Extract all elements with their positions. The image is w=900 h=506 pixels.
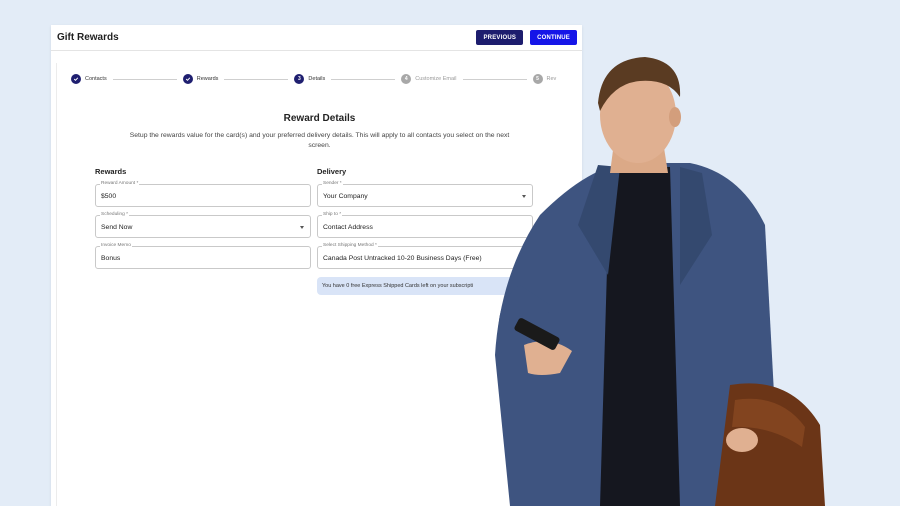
step-connector bbox=[224, 78, 289, 80]
delivery-heading: Delivery bbox=[317, 167, 347, 176]
step-rewards[interactable]: Rewards bbox=[182, 74, 219, 84]
scheduling-select[interactable]: Scheduling * Send Now bbox=[95, 212, 311, 238]
field-value: Canada Post Untracked 10-20 Business Day… bbox=[323, 255, 482, 262]
field-value: $500 bbox=[101, 193, 117, 200]
step-customize-email[interactable]: 4 Customize Email bbox=[401, 74, 457, 84]
field-label: Invoice Memo bbox=[100, 243, 132, 248]
step-label: Contacts bbox=[85, 76, 107, 82]
field-label: Sender * bbox=[322, 181, 343, 186]
step-label: Details bbox=[308, 76, 326, 82]
header-actions: PREVIOUS CONTINUE bbox=[476, 30, 577, 45]
person-with-phone-image bbox=[495, 57, 825, 506]
step-connector bbox=[112, 78, 177, 80]
step-connector bbox=[331, 78, 396, 80]
header-bar: Gift Rewards PREVIOUS CONTINUE bbox=[51, 25, 582, 51]
invoice-memo-field[interactable]: Invoice Memo Bonus bbox=[95, 243, 311, 269]
page-description: Setup the rewards value for the card(s) … bbox=[129, 132, 510, 149]
right-hand bbox=[726, 428, 758, 452]
check-icon bbox=[182, 74, 193, 84]
field-label: Select Shipping Method * bbox=[322, 243, 378, 248]
step-number: 3 bbox=[294, 74, 305, 84]
previous-button[interactable]: PREVIOUS bbox=[476, 30, 524, 45]
step-label: Customize Email bbox=[415, 76, 457, 82]
field-label: Scheduling * bbox=[100, 212, 129, 217]
rewards-heading: Rewards bbox=[95, 167, 127, 176]
reward-amount-field[interactable]: Reward Amount * $500 bbox=[95, 181, 311, 207]
field-label: Ship to * bbox=[322, 212, 343, 217]
step-contacts[interactable]: Contacts bbox=[71, 74, 107, 84]
ear bbox=[669, 107, 681, 127]
field-value: Contact Address bbox=[323, 224, 373, 231]
step-number: 4 bbox=[401, 74, 412, 84]
step-details[interactable]: 3 Details bbox=[294, 74, 325, 84]
step-label: Rewards bbox=[196, 76, 219, 82]
chevron-down-icon bbox=[300, 226, 304, 229]
check-icon bbox=[71, 74, 81, 84]
field-value: Bonus bbox=[101, 255, 121, 262]
app-title: Gift Rewards bbox=[57, 32, 119, 43]
field-label: Reward Amount * bbox=[100, 181, 140, 186]
continue-button[interactable]: CONTINUE bbox=[530, 30, 577, 45]
field-value: Send Now bbox=[101, 224, 133, 231]
field-value: Your Company bbox=[323, 193, 368, 200]
